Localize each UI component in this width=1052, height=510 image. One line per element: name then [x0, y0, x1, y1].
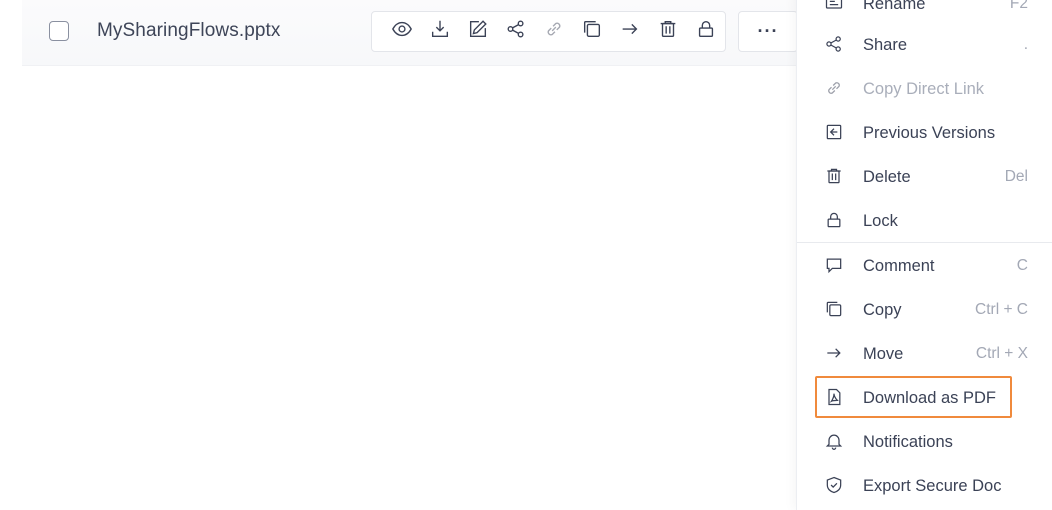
- trash-icon: [657, 18, 679, 45]
- menu-item-export-secure-doc[interactable]: Export Secure Doc: [797, 464, 1052, 508]
- preview-button[interactable]: [383, 13, 421, 51]
- file-name[interactable]: MySharingFlows.pptx: [97, 20, 281, 42]
- menu-item-label: Previous Versions: [863, 123, 996, 142]
- edit-button[interactable]: [459, 13, 497, 51]
- copy-link-button[interactable]: [535, 13, 573, 51]
- arrow-right-icon: [824, 343, 846, 365]
- menu-item-label: Download as PDF: [863, 388, 996, 407]
- file-checkbox[interactable]: [49, 21, 69, 41]
- menu-item-shortcut: Ctrl + C: [975, 301, 1028, 318]
- menu-item-label: Rename: [863, 0, 926, 13]
- move-button[interactable]: [611, 13, 649, 51]
- menu-item-label: Copy: [863, 300, 902, 319]
- download-button[interactable]: [421, 13, 459, 51]
- eye-icon: [391, 18, 413, 45]
- comment-icon: [824, 255, 846, 277]
- menu-divider: [797, 242, 1052, 243]
- menu-item-shortcut: Del: [1004, 168, 1028, 185]
- menu-item-notifications[interactable]: Notifications: [797, 420, 1052, 464]
- context-menu: Rename F2 Share . Copy Direct Link Previ…: [796, 0, 1052, 510]
- menu-item-label: Share: [863, 35, 908, 54]
- shield-check-icon: [824, 475, 846, 497]
- file-action-toolbar: [371, 11, 726, 52]
- menu-item-previous-versions[interactable]: Previous Versions: [797, 111, 1052, 155]
- menu-item-shortcut: C: [1016, 257, 1028, 274]
- menu-item-comment[interactable]: Comment C: [797, 244, 1052, 288]
- copy-button[interactable]: [573, 13, 611, 51]
- menu-item-label: Export Secure Doc: [863, 476, 1002, 495]
- menu-item-download-as-pdf[interactable]: Download as PDF: [797, 376, 1052, 420]
- menu-item-share[interactable]: Share .: [797, 23, 1052, 67]
- menu-item-lock[interactable]: Lock: [797, 199, 1052, 243]
- versions-icon: [824, 122, 846, 144]
- lock-icon: [695, 18, 717, 45]
- share-icon: [505, 18, 527, 45]
- share-icon: [824, 34, 846, 56]
- menu-item-label: Notifications: [863, 432, 953, 451]
- menu-item-shortcut: .: [1023, 36, 1028, 53]
- menu-item-shortcut: Ctrl + X: [975, 345, 1028, 362]
- bell-icon: [824, 431, 846, 453]
- lock-button[interactable]: [687, 13, 725, 51]
- menu-item-copy[interactable]: Copy Ctrl + C: [797, 288, 1052, 332]
- lock-icon: [824, 210, 846, 232]
- link-icon: [824, 78, 846, 100]
- menu-item-label: Delete: [863, 167, 911, 186]
- edit-icon: [467, 18, 489, 45]
- pdf-icon: [824, 387, 846, 409]
- menu-item-label: Copy Direct Link: [863, 79, 985, 98]
- menu-item-label: Move: [863, 344, 904, 363]
- copy-icon: [824, 299, 846, 321]
- trash-icon: [824, 166, 846, 188]
- share-button[interactable]: [497, 13, 535, 51]
- rename-icon: [824, 0, 846, 15]
- menu-item-delete[interactable]: Delete Del: [797, 155, 1052, 199]
- more-actions-button[interactable]: ···: [738, 11, 798, 52]
- arrow-right-icon: [619, 18, 641, 45]
- menu-item-move[interactable]: Move Ctrl + X: [797, 332, 1052, 376]
- download-icon: [429, 18, 451, 45]
- menu-item-label: Comment: [863, 256, 935, 275]
- copy-icon: [581, 18, 603, 45]
- menu-item-label: Lock: [863, 211, 898, 230]
- menu-item-shortcut: F2: [1009, 0, 1028, 12]
- menu-item-copy-direct-link[interactable]: Copy Direct Link: [797, 67, 1052, 111]
- delete-button[interactable]: [649, 13, 687, 51]
- link-icon: [543, 18, 565, 45]
